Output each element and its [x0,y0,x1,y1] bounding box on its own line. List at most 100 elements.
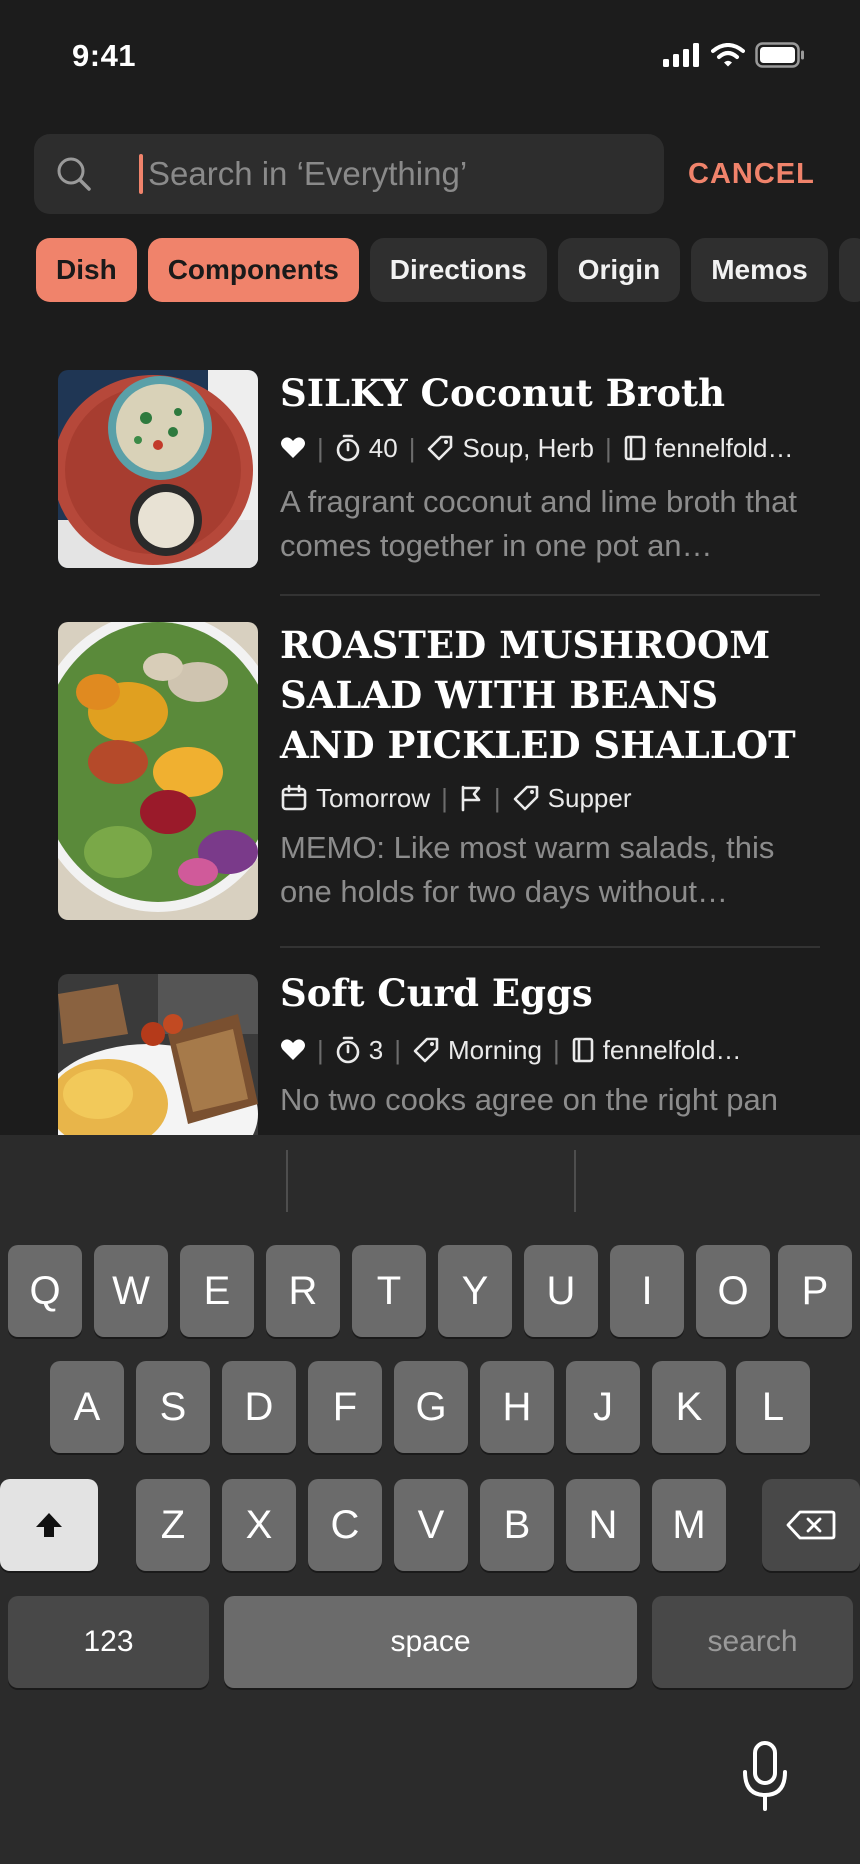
result-thumbnail [58,370,258,568]
calendar-icon [281,784,307,811]
meta-time-value: 40 [368,432,398,463]
key-x[interactable]: X [222,1479,296,1571]
chip-origin[interactable]: Origin [557,238,681,302]
key-z[interactable]: Z [136,1479,210,1571]
key-r[interactable]: R [266,1245,340,1337]
key-u[interactable]: U [524,1245,598,1337]
key-q[interactable]: Q [8,1245,82,1337]
backspace-icon [786,1510,836,1540]
chip-more[interactable] [838,238,860,302]
status-icons [663,42,805,68]
meta-tags: Supper [512,783,632,814]
key-m[interactable]: M [652,1479,726,1571]
flag-icon [459,784,483,812]
key-o[interactable]: O [696,1245,770,1337]
tag-icon [413,1037,439,1063]
meta-source-value: fennelfold… [654,432,794,463]
timer-icon [336,434,360,462]
result-row[interactable]: Soft Curd Eggs | 3 | Morning | fennelfol… [0,948,860,1135]
result-meta: | 3 | Morning | fennelfold… [280,1030,825,1070]
key-y[interactable]: Y [438,1245,512,1337]
key-d[interactable]: D [222,1361,296,1453]
favorite-icon [280,436,306,460]
search-key[interactable]: search [652,1596,853,1688]
meta-tags: Soup, Herb [426,433,594,464]
book-icon [624,435,646,461]
result-meta: Tomorrow | | Supper [280,778,825,818]
meta-date-value: Tomorrow [316,782,431,813]
chip-memos[interactable]: Memos [691,238,828,302]
key-v[interactable]: V [394,1479,468,1571]
results-list: SILKY Coconut Broth | 40 | Soup, Herb | … [0,350,860,1135]
search-input[interactable] [148,148,648,200]
result-meta: | 40 | Soup, Herb | fennelfold… [280,428,825,468]
meta-source-value: fennelfold… [602,1034,742,1065]
key-k[interactable]: K [652,1361,726,1453]
microphone-icon[interactable] [740,1740,790,1812]
meta-tags-value: Supper [547,782,632,813]
filter-chips: Dish Components Directions Origin Memos [36,238,860,302]
delete-key[interactable] [762,1479,860,1571]
result-description: No two cooks agree on the right pan [280,1082,779,1117]
result-row[interactable]: ROASTED MUSHROOM SALAD WITH BEANS AND PI… [0,596,860,948]
result-description: MEMO: Like most warm salads, this one ho… [280,830,775,909]
meta-time: 3 [335,1035,383,1066]
wifi-icon [711,43,745,67]
meta-tags: Morning [412,1035,542,1066]
key-n[interactable]: N [566,1479,640,1571]
meta-separator: | [441,782,448,813]
search-icon [57,157,91,191]
key-l[interactable]: L [736,1361,810,1453]
result-row[interactable]: SILKY Coconut Broth | 40 | Soup, Herb | … [0,350,860,596]
cellular-icon [663,43,699,67]
meta-separator: | [317,1034,324,1065]
chip-directions[interactable]: Directions [369,238,547,302]
suggestion-divider [574,1150,576,1212]
result-title: ROASTED MUSHROOM SALAD WITH BEANS AND PI… [280,623,796,767]
result-title: Soft Curd Eggs [280,971,593,1015]
cancel-button[interactable]: CANCEL [688,158,815,191]
status-time: 9:41 [72,38,137,73]
book-icon [572,1037,594,1063]
meta-separator: | [317,432,324,463]
key-j[interactable]: J [566,1361,640,1453]
meta-source: fennelfold… [571,1034,742,1066]
tag-icon [513,785,538,811]
favorite-icon [280,1038,306,1062]
space-key[interactable]: space [224,1596,637,1688]
key-e[interactable]: E [180,1245,254,1337]
key-i[interactable]: I [610,1245,684,1337]
meta-separator: | [604,432,612,463]
chip-dish[interactable]: Dish [36,238,137,302]
meta-date: Tomorrow [280,783,430,814]
battery-icon [755,42,804,68]
key-p[interactable]: P [778,1245,852,1337]
meta-source: fennelfold… [623,433,794,464]
numbers-key[interactable]: 123 [8,1596,209,1688]
meta-tags-value: Soup, Herb [462,432,594,463]
key-c[interactable]: C [308,1479,382,1571]
result-description: A fragrant coconut and lime broth that c… [280,484,797,563]
result-thumbnail [58,622,258,920]
key-f[interactable]: F [308,1361,382,1453]
meta-tags-value: Morning [448,1034,542,1065]
key-s[interactable]: S [136,1361,210,1453]
tag-icon [428,435,453,461]
key-t[interactable]: T [352,1245,426,1337]
meta-separator: | [493,782,501,813]
shift-icon [36,1513,62,1537]
result-title: SILKY Coconut Broth [280,371,726,415]
key-h[interactable]: H [480,1361,554,1453]
shift-key[interactable] [0,1479,98,1571]
key-a[interactable]: A [50,1361,124,1453]
meta-separator: | [552,1034,560,1065]
search-box[interactable] [34,134,664,214]
key-w[interactable]: W [94,1245,168,1337]
key-b[interactable]: B [480,1479,554,1571]
result-thumbnail [58,974,258,1135]
timer-icon [336,1036,360,1064]
key-g[interactable]: G [394,1361,468,1453]
meta-separator: | [394,1034,401,1065]
meta-time-value: 3 [368,1034,384,1065]
chip-components[interactable]: Components [147,238,359,302]
